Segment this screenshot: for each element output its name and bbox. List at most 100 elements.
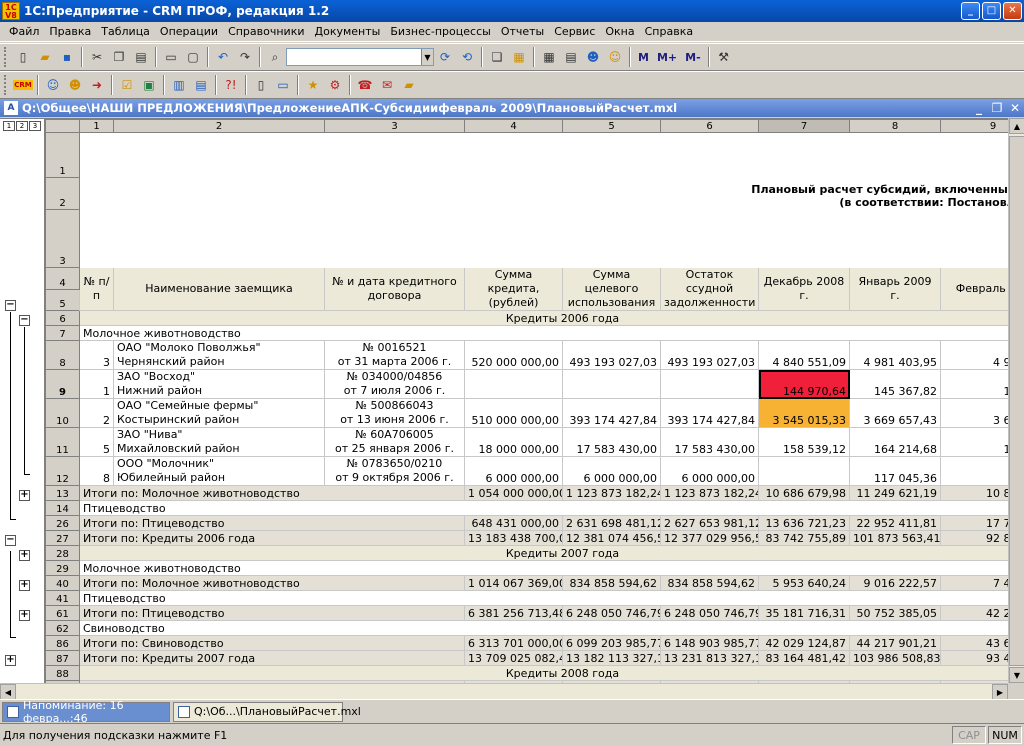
feb-2009-cell[interactable]: 52 93 [940,456,1008,486]
feb-2009-cell[interactable]: 43 696 36 [940,635,1008,651]
phone-icon[interactable]: ☎ [354,74,376,96]
header-loan-rest[interactable]: Остаток ссудной задолженности [660,267,759,311]
app-title-bar[interactable]: 1C V8 1С:Предприятие - CRM ПРОФ, редакция… [0,0,1024,22]
table-row[interactable]: 7 Молочное животноводство [45,325,1008,341]
table-row[interactable]: 10 2 ОАО "Семейные фермы" Костыринский райо… [45,398,1008,428]
row-number[interactable]: 86 [45,635,80,651]
row-number[interactable]: 2 [45,177,80,210]
chevron-down-icon[interactable]: ▼ [421,49,433,65]
cut-icon[interactable]: ✂ [86,46,108,68]
undo-icon[interactable]: ↶ [212,46,234,68]
col-header-3[interactable]: 3 [324,119,465,133]
settings-icon[interactable]: ⚙ [324,74,346,96]
target-sum-cell[interactable]: 2 631 698 481,12 [562,515,661,531]
vertical-scrollbar[interactable]: ▲ ▼ [1008,118,1024,683]
menu-operations[interactable]: Операции [155,25,223,38]
table-row[interactable]: 27 Итоги по: Кредиты 2006 года 13 183 438 … [45,530,1008,546]
loan-rest-cell[interactable]: 6 148 903 985,77 [660,635,759,651]
total-label-cell[interactable]: Итоги по: Кредиты 2007 года [79,650,465,666]
table-row[interactable]: 26 Итоги по: Птицеводство 648 431 000,00 2 … [45,515,1008,531]
number-cell[interactable]: 3 [79,340,114,370]
row-number[interactable]: 4 [45,267,80,290]
contract-cell[interactable]: № 500866043 от 13 июня 2006 г. [324,398,465,428]
header-target-sum[interactable]: Сумма целевого использования [562,267,661,311]
level-1-button[interactable]: 1 [3,121,15,131]
loan-sum-cell[interactable]: 18 000 000,00 [464,427,563,457]
report-icon[interactable]: ▥ [168,74,190,96]
feb-2009-cell[interactable]: 7 411 96 [940,575,1008,591]
menu-windows[interactable]: Окна [600,25,639,38]
dec-2008-cell[interactable]: 3 545 015,33 [758,398,850,428]
contract-cell[interactable]: № 0783650/0210 от 9 октября 2006 г. [324,456,465,486]
group-header-cell[interactable]: Свиноводство [79,620,1008,636]
table-row[interactable]: 88 Кредиты 2008 года [45,665,1008,681]
jan-2009-cell[interactable]: 145 367,82 [849,369,941,399]
feb-2009-cell[interactable]: 92 855 17 [940,530,1008,546]
menu-catalogs[interactable]: Справочники [223,25,309,38]
contract-cell[interactable]: № 0016521 от 31 марта 2006 г. [324,340,465,370]
expand-toggle-poultry-2007[interactable]: + [19,580,30,591]
number-cell[interactable]: 8 [79,456,114,486]
table-row[interactable]: 8 3 ОАО "Молоко Поволжья" Чернянский район №… [45,340,1008,370]
monitor-icon[interactable]: ▭ [272,74,294,96]
group-header-cell[interactable]: Птицеводство [79,500,1008,516]
find-prev-icon[interactable]: ⟲ [456,46,478,68]
feb-2009-cell[interactable]: 131 29 [940,369,1008,399]
menu-edit[interactable]: Правка [44,25,96,38]
loan-rest-cell[interactable]: 834 858 594,62 [660,575,759,591]
scroll-down-icon[interactable]: ▼ [1009,667,1024,683]
row-number[interactable]: 40 [45,575,80,591]
table-row[interactable]: 86 Итоги по: Свиноводство 6 313 701 000,00… [45,635,1008,651]
target-sum-cell[interactable]: 493 193 027,03 [562,340,661,370]
group-header-cell[interactable]: Молочное животноводство [79,325,1008,341]
user-key-icon[interactable]: ☺ [604,46,626,68]
row-number[interactable]: 88 [45,665,80,681]
col-header-1[interactable]: 1 [79,119,114,133]
crm-icon[interactable]: CRM [12,74,34,96]
total-label-cell[interactable]: Итоги по: Молочное животноводство [79,485,465,501]
open-folder-icon[interactable]: ▰ [34,46,56,68]
scroll-right-icon[interactable]: ▶ [992,684,1008,700]
jan-2009-cell[interactable]: 22 952 411,81 [849,515,941,531]
dec-2008-cell[interactable]: 158 539,12 [758,427,850,457]
dec-2008-cell[interactable]: 13 636 721,23 [758,515,850,531]
feb-2009-cell[interactable]: 163 89 [940,427,1008,457]
borrower-cell[interactable]: ОАО "Семейные фермы" Костыринский район [113,398,325,428]
tools-icon[interactable]: ⚒ [713,46,735,68]
dec-2008-cell[interactable]: 144 970,64 [758,369,850,399]
jan-2009-cell[interactable]: 101 873 563,41 [849,530,941,546]
jan-2009-cell[interactable]: 4 981 403,95 [849,340,941,370]
save-icon[interactable]: ▪ [56,46,78,68]
loan-sum-cell[interactable]: 1 054 000 000,00 [464,485,563,501]
menu-reports[interactable]: Отчеты [496,25,549,38]
feb-2009-cell[interactable]: 3 673 21 [940,398,1008,428]
jan-2009-cell[interactable]: 9 016 222,57 [849,575,941,591]
document-title-bar[interactable]: A Q:\Общее\НАШИ ПРЕДЛОЖЕНИЯ\ПредложениеА… [0,99,1024,117]
target-sum-cell[interactable] [562,369,661,399]
spreadsheet-icon[interactable]: ▦ [538,46,560,68]
menu-documents[interactable]: Документы [310,25,386,38]
col-header-7[interactable]: 7 [758,119,850,133]
row-number[interactable]: 62 [45,620,80,636]
table-row[interactable]: 28 Кредиты 2007 года [45,545,1008,561]
row-number[interactable]: 41 [45,590,80,606]
total-label-cell[interactable]: Итоги по: Птицеводство [79,515,465,531]
loan-rest-cell[interactable]: 6 248 050 746,79 [660,605,759,621]
feb-2009-cell[interactable]: 4 953 02 [940,340,1008,370]
table-row[interactable]: 14 Птицеводство [45,500,1008,516]
loan-sum-cell[interactable]: 1 014 067 369,00 [464,575,563,591]
section-header-cell[interactable]: Кредиты 2008 года [79,665,1008,681]
memory-add-button[interactable]: M+ [653,51,681,64]
borrower-cell[interactable]: ЗАО "Нива" Михайловский район [113,427,325,457]
dec-2008-cell[interactable]: 10 686 679,98 [758,485,850,501]
table-row[interactable]: 13 Итоги по: Молочное животноводство 1 054… [45,485,1008,501]
expand-toggle-poultry-2006[interactable]: + [19,490,30,501]
calculator-icon[interactable]: ▦ [508,46,530,68]
table-row[interactable]: 12 8 ООО "Молочник" Юбилейный район № 078365… [45,456,1008,486]
table-row[interactable]: 11 5 ЗАО "Нива" Михайловский район № 60А7060… [45,427,1008,457]
question-icon[interactable]: ?! [220,74,242,96]
col-header-8[interactable]: 8 [849,119,941,133]
row-number[interactable]: 3 [45,209,80,268]
loan-rest-cell[interactable]: 1 123 873 182,24 [660,485,759,501]
row-number[interactable]: 29 [45,560,80,576]
